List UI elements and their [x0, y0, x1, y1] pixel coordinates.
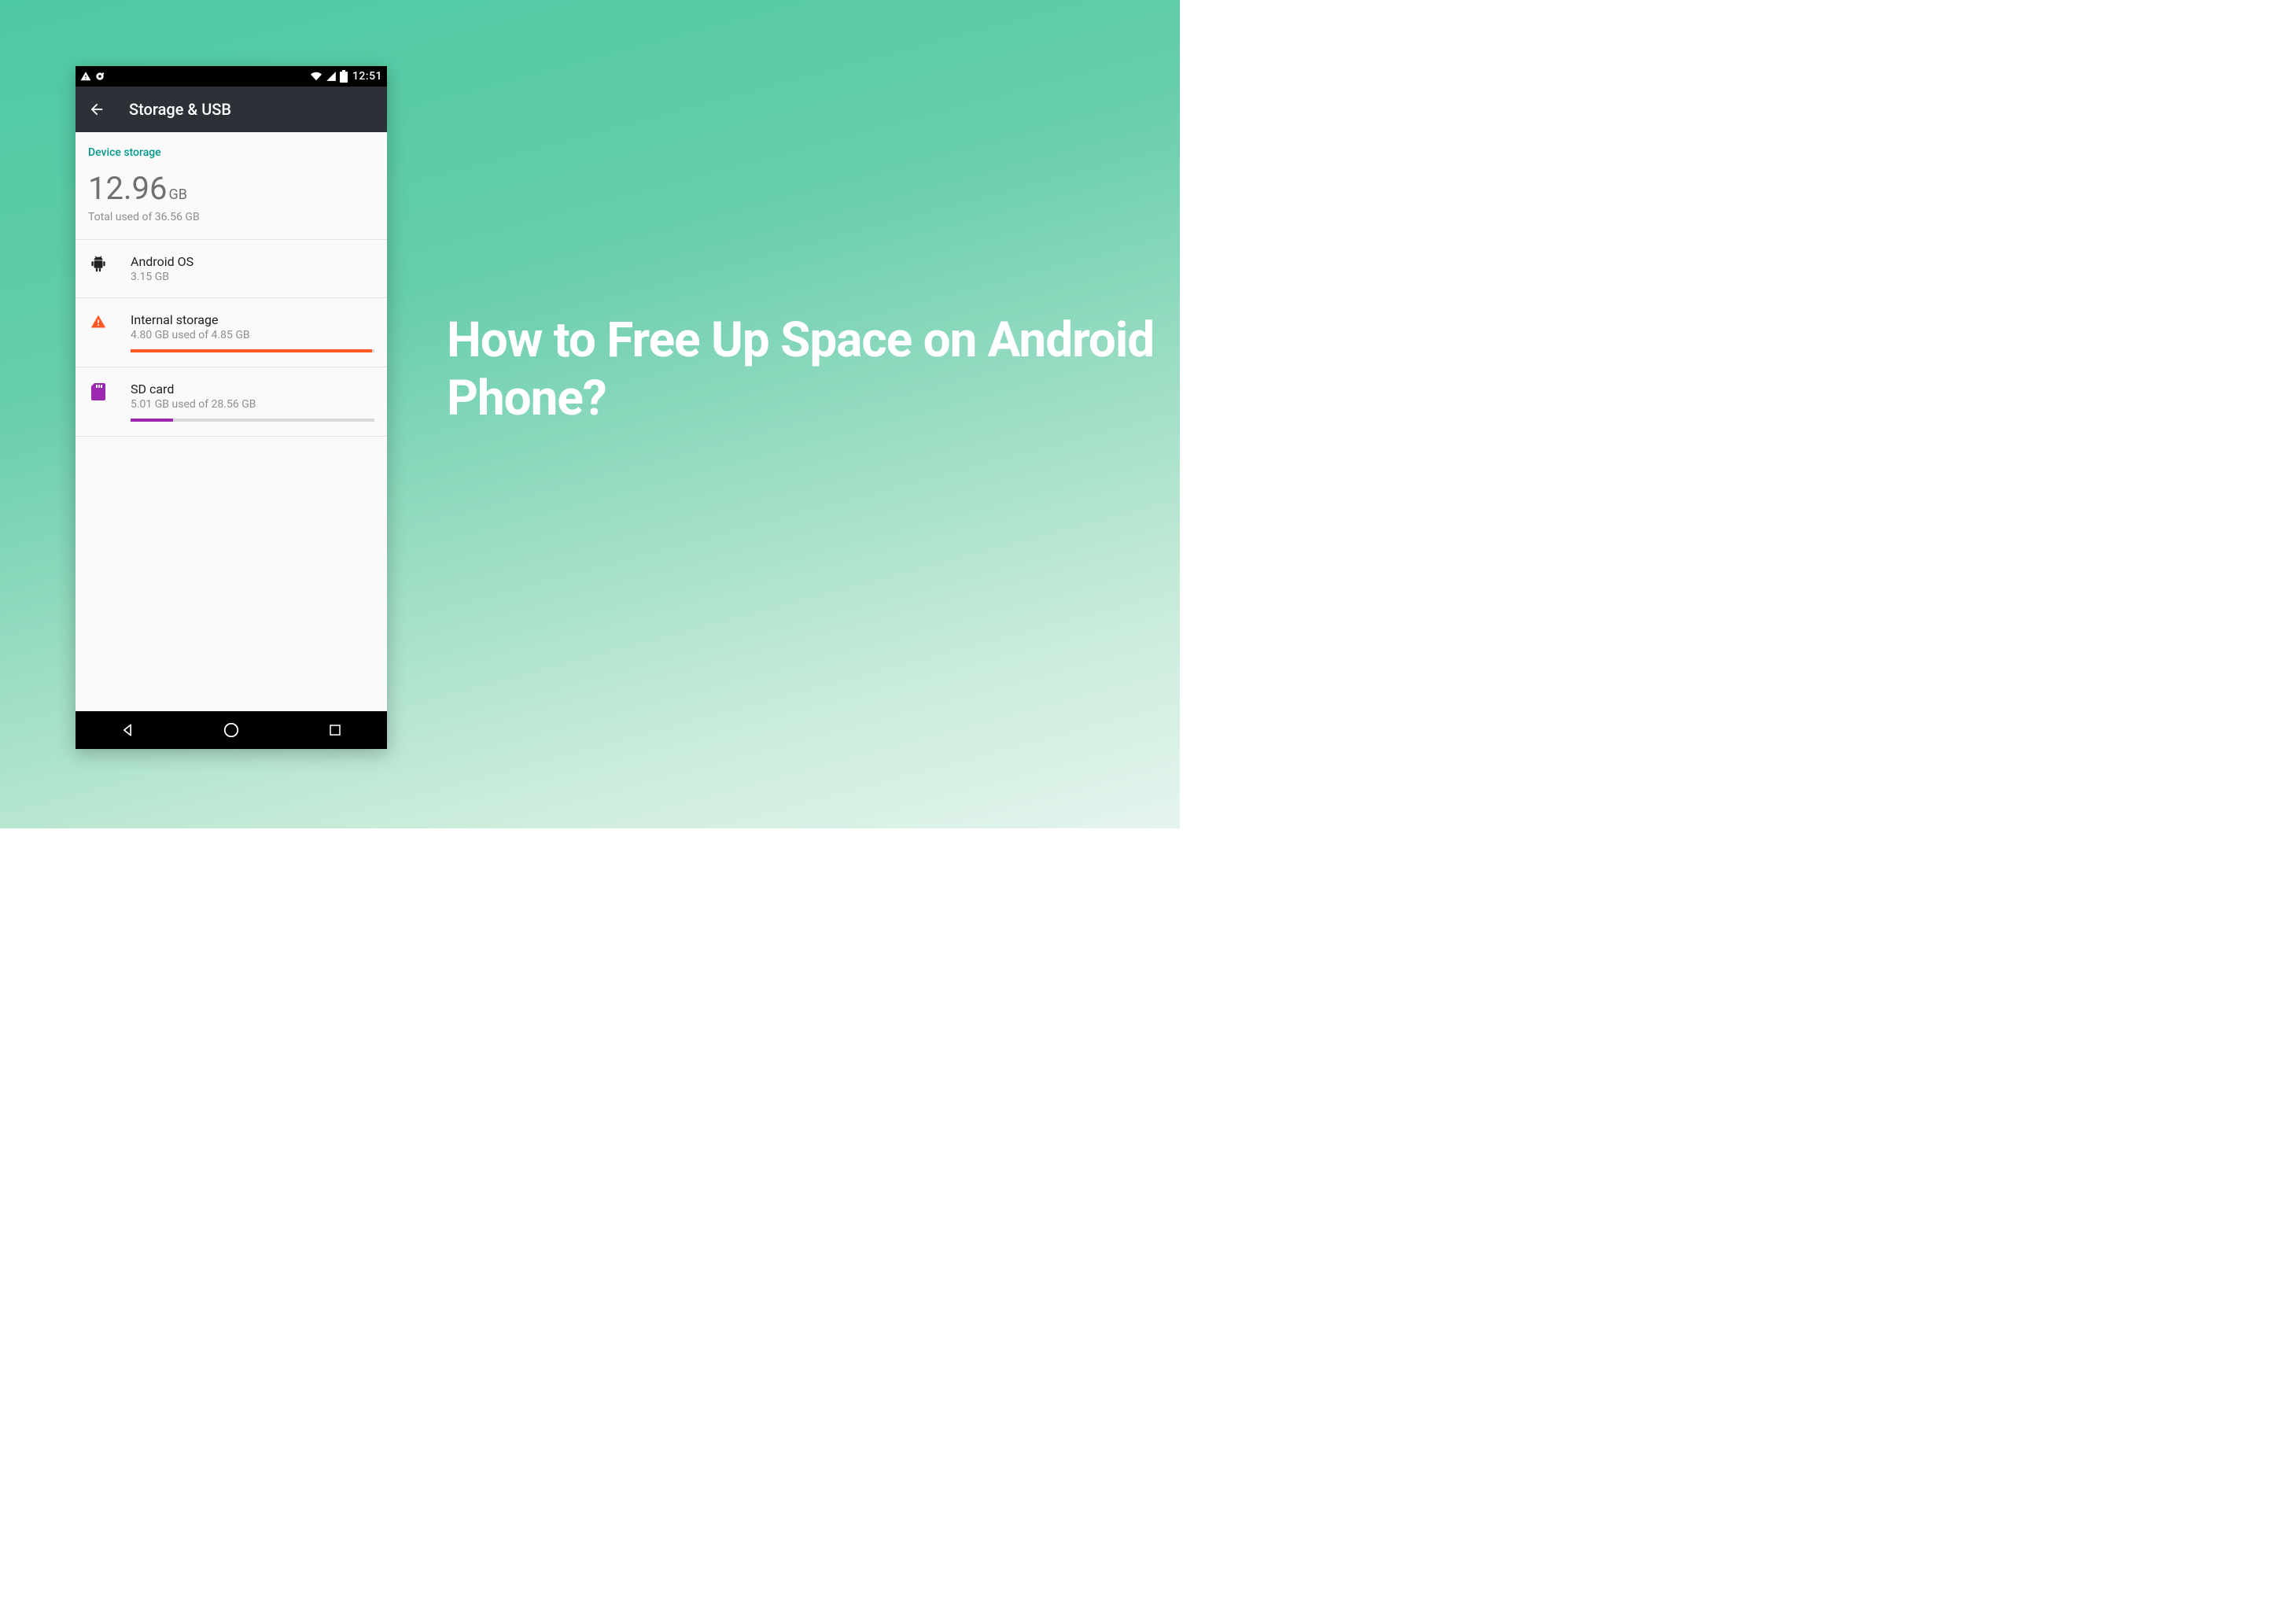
progress-bar-internal: [131, 349, 374, 352]
sd-card-icon: [88, 382, 109, 400]
battery-icon: [340, 70, 348, 83]
sync-icon: [94, 71, 105, 82]
warning-triangle-icon: [88, 312, 109, 330]
progress-bar-sd: [131, 419, 374, 422]
nav-home-button[interactable]: [206, 721, 256, 739]
promo-headline: How to Free Up Space on Android Phone?: [447, 312, 1180, 429]
row-sd-card[interactable]: SD card 5.01 GB used of 28.56 GB: [76, 367, 387, 437]
nav-recent-button[interactable]: [310, 723, 360, 737]
android-phone-frame: 12:51 Storage & USB Device storage 12.96…: [76, 66, 387, 749]
total-used-subtext: Total used of 36.56 GB: [88, 211, 374, 223]
row-subtext: 4.80 GB used of 4.85 GB: [131, 329, 374, 341]
progress-fill: [131, 419, 173, 422]
navigation-bar: [76, 711, 387, 749]
row-android-os[interactable]: Android OS 3.15 GB: [76, 240, 387, 298]
row-title: Android OS: [131, 254, 374, 269]
app-bar: Storage & USB: [76, 87, 387, 132]
app-bar-title: Storage & USB: [129, 100, 231, 119]
row-internal-storage[interactable]: Internal storage 4.80 GB used of 4.85 GB: [76, 298, 387, 367]
back-arrow-icon[interactable]: [88, 101, 105, 118]
status-clock: 12:51: [352, 70, 382, 83]
row-title: SD card: [131, 382, 374, 397]
row-subtext: 3.15 GB: [131, 271, 374, 283]
row-subtext: 5.01 GB used of 28.56 GB: [131, 398, 374, 411]
android-icon: [88, 254, 109, 273]
warning-icon: [80, 71, 91, 82]
section-header-device-storage: Device storage: [76, 132, 387, 164]
storage-content[interactable]: Device storage 12.96GB Total used of 36.…: [76, 132, 387, 711]
total-used-number: 12.96: [88, 170, 167, 207]
promo-canvas: How to Free Up Space on Android Phone?: [0, 0, 1180, 828]
progress-fill: [131, 349, 372, 352]
total-used-value: 12.96GB: [88, 170, 374, 207]
cell-signal-icon: [326, 71, 337, 82]
total-used-unit: GB: [168, 186, 186, 203]
status-bar: 12:51: [76, 66, 387, 87]
row-title: Internal storage: [131, 312, 374, 327]
total-used-block[interactable]: 12.96GB Total used of 36.56 GB: [76, 164, 387, 240]
wifi-icon: [310, 71, 322, 82]
nav-back-button[interactable]: [102, 722, 153, 738]
